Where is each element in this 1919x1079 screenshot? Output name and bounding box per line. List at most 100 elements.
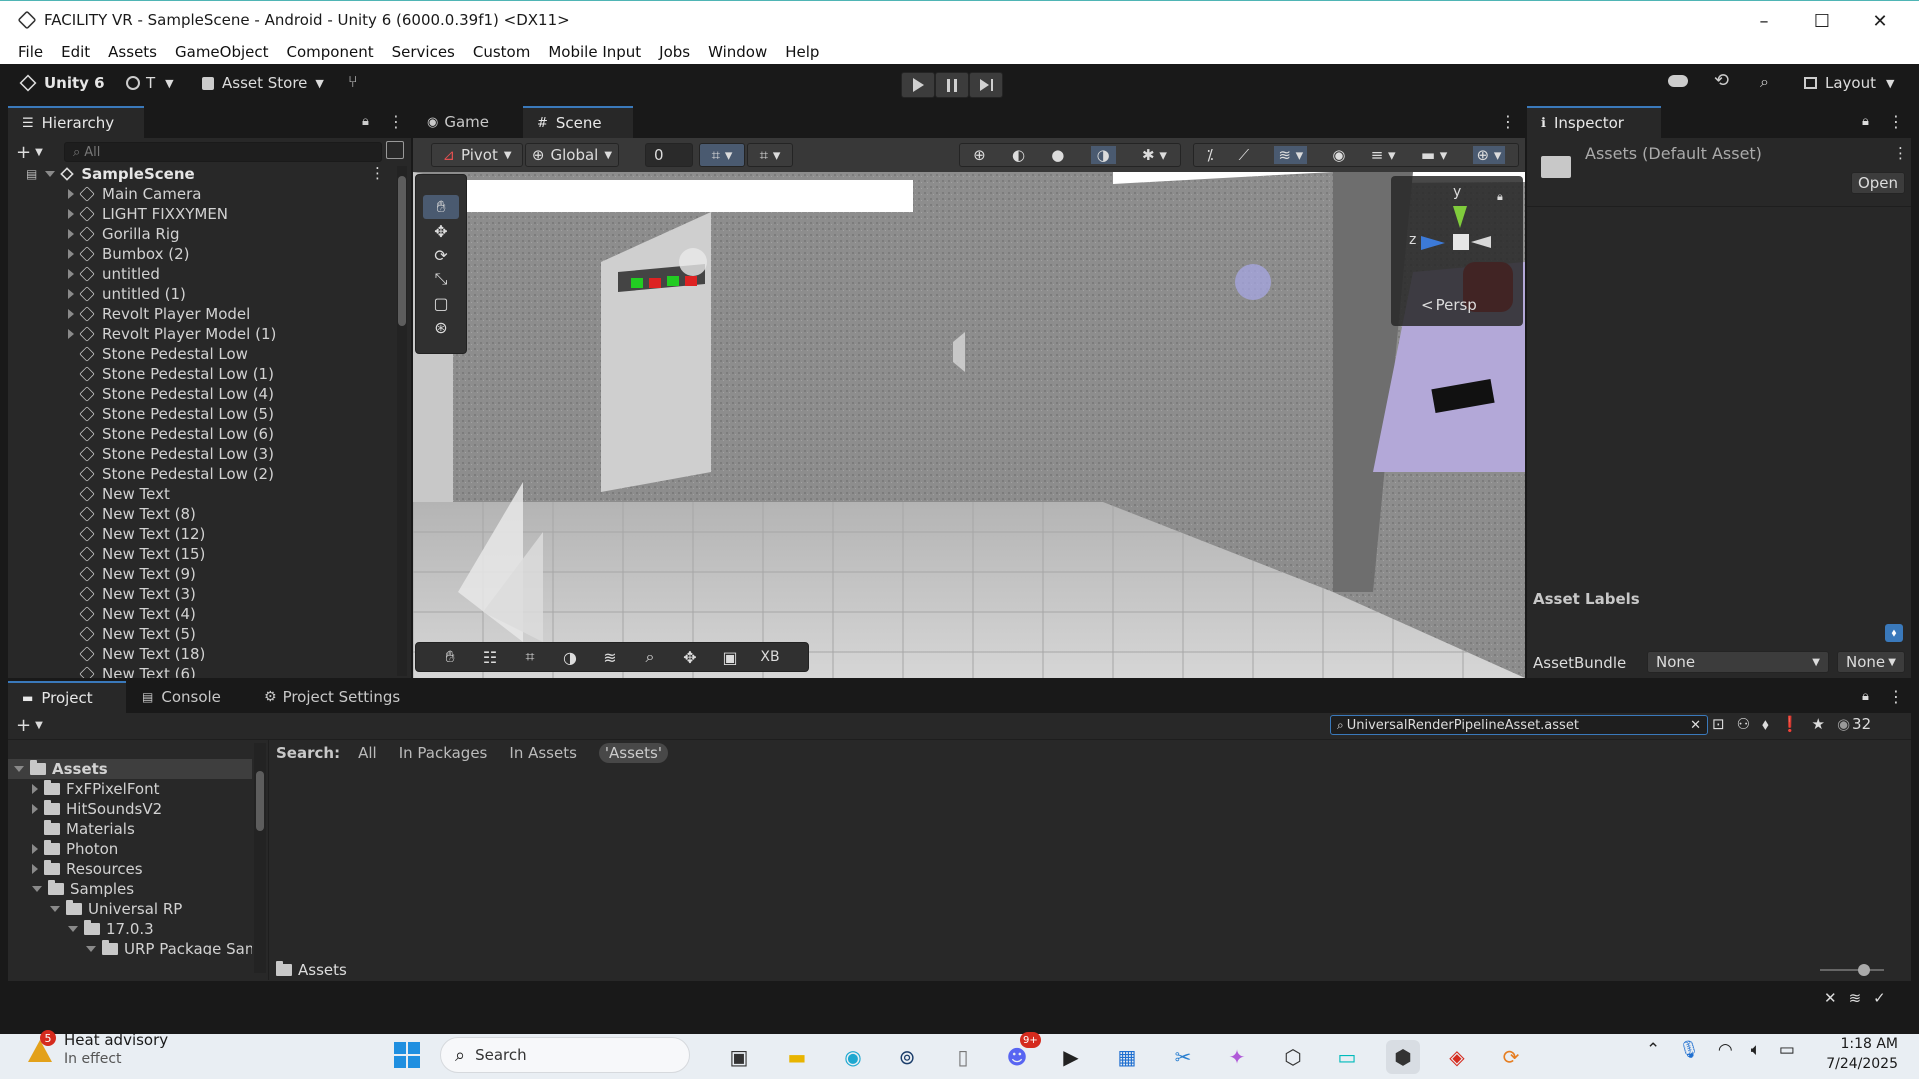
menu-services[interactable]: Services (392, 43, 455, 61)
hierarchy-item[interactable]: Stone Pedestal Low (2) (8, 464, 393, 484)
lighting-toggle-icon[interactable]: ⟋ (1239, 146, 1250, 164)
expand-arrow-icon[interactable] (32, 844, 38, 854)
version-control-icon[interactable]: ⑂ (348, 72, 358, 91)
move-tool-button[interactable]: ✥ (423, 219, 459, 243)
hierarchy-item[interactable]: Revolt Player Model (8, 304, 393, 324)
transform-tool-button[interactable]: ⊛ (423, 315, 459, 339)
grid-snap-button[interactable]: ⌗ ▾ (699, 143, 745, 167)
overlay-layers-icon[interactable]: ≋ (590, 645, 630, 669)
terminal-icon[interactable]: ▭ (1330, 1040, 1364, 1074)
shaded-wire-icon[interactable]: ◐ (1012, 146, 1025, 164)
red-app-icon[interactable]: ◈ (1440, 1040, 1474, 1074)
taskbar-search[interactable]: ⌕ Search (440, 1037, 690, 1073)
expand-arrow-icon[interactable] (68, 249, 74, 259)
hierarchy-item[interactable]: Revolt Player Model (1) (8, 324, 393, 344)
hierarchy-item[interactable]: Stone Pedestal Low (1) (8, 364, 393, 384)
volume-icon[interactable]: 🔈︎ (1751, 1040, 1761, 1060)
inspector-lock-icon[interactable]: 🔒︎ (1862, 114, 1869, 129)
icon-size-slider[interactable] (1820, 964, 1884, 976)
hierarchy-item[interactable]: Stone Pedestal Low (3) (8, 444, 393, 464)
expand-arrow-icon[interactable] (68, 229, 74, 239)
hierarchy-item[interactable]: New Text (18) (8, 644, 393, 664)
clock-date[interactable]: 7/24/2025 (1818, 1056, 1898, 1072)
overlay-hand-icon[interactable]: ✋︎ (430, 645, 470, 669)
visibility-icon[interactable]: ◉ (1332, 146, 1345, 164)
clock-time[interactable]: 1:18 AM (1838, 1036, 1898, 1052)
label-filter-icon[interactable]: ⬧ (1762, 715, 1769, 733)
wifi-icon[interactable]: ◠ (1718, 1040, 1733, 1060)
expand-arrow-icon[interactable] (32, 804, 38, 814)
warning-filter-icon[interactable]: ❗ (1781, 715, 1800, 733)
menu-help[interactable]: Help (785, 43, 819, 61)
hierarchy-add-button[interactable]: + ▼ (16, 142, 43, 163)
hierarchy-item[interactable]: New Text (6) (8, 664, 393, 678)
close-button[interactable]: ✕ (1851, 1, 1909, 41)
layout-dropdown[interactable]: Layout ▼ (1804, 74, 1894, 92)
project-more-icon[interactable]: ⋮ (1888, 687, 1904, 706)
tab-hierarchy[interactable]: ☰ Hierarchy (8, 106, 144, 138)
scene-more-options-icon[interactable]: ⋮ (1500, 112, 1516, 131)
maximize-button[interactable]: ☐ (1793, 1, 1851, 41)
hierarchy-item[interactable]: Stone Pedestal Low (4) (8, 384, 393, 404)
asset-store-dropdown[interactable]: Asset Store ▼ (202, 74, 324, 92)
expand-arrow-icon[interactable] (32, 784, 38, 794)
microphone-icon[interactable]: 🎙︎ (1678, 1040, 1700, 1060)
grid-visibility-button[interactable]: ⌗ ▾ (747, 143, 793, 167)
shaded-icon[interactable]: ● (1051, 146, 1064, 164)
hierarchy-scrollbar[interactable] (397, 166, 407, 676)
orientation-gizmo[interactable]: y z 🔒︎ < Persp (1391, 176, 1523, 326)
tab-project[interactable]: ▬ Project (8, 681, 126, 713)
folder-tree-item[interactable]: Samples (8, 879, 252, 899)
notepad-icon[interactable]: ▯ (946, 1040, 980, 1074)
unity-editor-icon[interactable]: ⬢ (1386, 1040, 1420, 1074)
hand-tool-button[interactable]: ✋︎ (423, 195, 459, 219)
edge-icon[interactable]: ◉ (836, 1040, 870, 1074)
favorite-filter-icon[interactable]: ★ (1811, 715, 1824, 733)
overlay-xb-button[interactable]: XB (750, 645, 790, 669)
persp-toggle[interactable]: < Persp (1421, 296, 1477, 314)
hierarchy-item[interactable]: New Text (4) (8, 604, 393, 624)
snipping-tool-icon[interactable]: ✂ (1166, 1040, 1200, 1074)
expand-arrow-icon[interactable] (68, 309, 74, 319)
filter-in-packages[interactable]: In Packages (399, 744, 488, 762)
menu-mobile-input[interactable]: Mobile Input (548, 43, 641, 61)
expand-arrow-icon[interactable] (68, 189, 74, 199)
hierarchy-search-input[interactable]: ⌕ All (64, 142, 382, 162)
overlay-grid-icon[interactable]: ⌗ (510, 645, 550, 669)
folder-tree-item[interactable]: Resources (8, 859, 252, 879)
tree-scrollbar[interactable] (254, 743, 266, 973)
orange-app-icon[interactable]: ⟳ (1494, 1040, 1528, 1074)
clear-search-icon[interactable]: ✕ (1690, 718, 1701, 733)
pause-button[interactable] (935, 72, 969, 98)
scale-tool-button[interactable]: ⤡ (423, 267, 459, 291)
step-button[interactable] (969, 72, 1003, 98)
expand-arrow-icon[interactable] (68, 209, 74, 219)
folder-tree-item[interactable]: Universal RP (8, 899, 252, 919)
unity-hub-icon[interactable]: ⬡ (1276, 1040, 1310, 1074)
folder-tree-item[interactable]: FxFPixelFont (8, 779, 252, 799)
store-icon[interactable]: ▦ (1110, 1040, 1144, 1074)
menu-component[interactable]: Component (287, 43, 374, 61)
scene-root[interactable]: ▤ SampleScene (26, 164, 386, 184)
menu-gameobject[interactable]: GameObject (175, 43, 269, 61)
copilot-icon[interactable]: ✦ (1220, 1040, 1254, 1074)
expand-arrow-icon[interactable] (68, 289, 74, 299)
hierarchy-item[interactable]: New Text (15) (8, 544, 393, 564)
global-dropdown[interactable]: ⊕ Global ▼ (525, 143, 619, 167)
rotate-tool-button[interactable]: ⟳ (423, 243, 459, 267)
menu-jobs[interactable]: Jobs (659, 43, 690, 61)
chevron-up-icon[interactable]: ⌃ (1646, 1040, 1660, 1060)
filter-in-assets[interactable]: In Assets (509, 744, 577, 762)
hierarchy-item[interactable]: Main Camera (8, 184, 393, 204)
assetbundle-dropdown[interactable]: None ▼ (1647, 651, 1829, 673)
overlay-camera-icon[interactable]: ▣ (710, 645, 750, 669)
account-dropdown[interactable]: T ▼ (126, 74, 174, 92)
expand-arrow-icon[interactable] (68, 269, 74, 279)
history-icon[interactable]: ⟲ (1714, 70, 1729, 91)
type-filter-icon[interactable]: ⚇ (1737, 715, 1750, 733)
expand-arrow-icon[interactable] (68, 926, 78, 932)
expand-arrow-icon[interactable] (14, 766, 24, 772)
menu-window[interactable]: Window (708, 43, 767, 61)
hierarchy-item[interactable]: Stone Pedestal Low (8, 344, 393, 364)
snap-increment-input[interactable]: 0 (645, 143, 693, 167)
